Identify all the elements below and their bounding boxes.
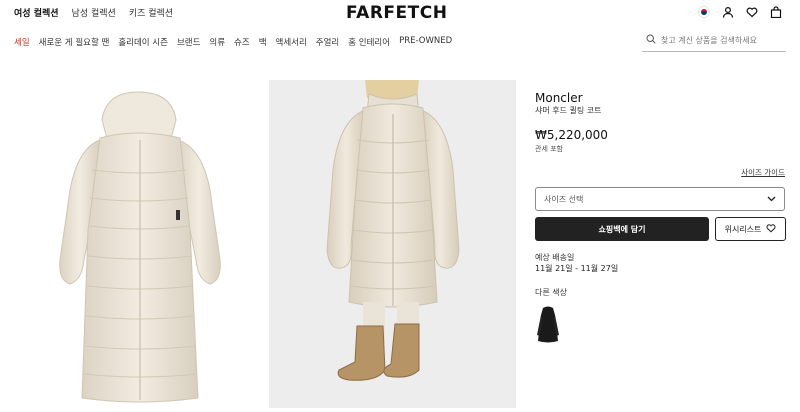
product-image-main[interactable] [30, 80, 262, 408]
add-to-bag-button[interactable]: 쇼핑백에 담기 [535, 217, 709, 241]
header-icons [698, 6, 782, 19]
size-select-label: 사이즈 선택 [544, 194, 584, 204]
nav-item-brands[interactable]: 브랜드 [177, 36, 200, 48]
chevron-down-icon [767, 195, 776, 204]
product-image-model[interactable] [269, 80, 516, 408]
wishlist-label: 위시리스트 [724, 224, 762, 234]
nav-item-home[interactable]: 홈 인테리어 [348, 36, 390, 48]
nav-item-jewelry[interactable]: 주얼리 [316, 36, 339, 48]
gender-tabs: 여성 컬렉션 남성 컬렉션 키즈 컬렉션 [14, 6, 173, 19]
color-swatch-black[interactable] [535, 305, 561, 345]
search-input[interactable] [661, 36, 779, 45]
other-colors-label: 다른 색상 [535, 288, 567, 297]
product-price: ₩5,220,000 [535, 128, 608, 142]
heart-icon[interactable] [746, 6, 758, 18]
nav-item-new[interactable]: 새로운 게 필요할 땐 [39, 36, 110, 48]
product-brand[interactable]: Moncler [535, 91, 583, 105]
nav-item-bags[interactable]: 백 [259, 36, 267, 48]
size-select[interactable]: 사이즈 선택 [535, 187, 785, 211]
nav-item-preowned[interactable]: PRE-OWNED [399, 36, 452, 48]
nav-item-accessories[interactable]: 액세서리 [276, 36, 307, 48]
heart-icon [766, 223, 776, 235]
shipping-label: 예상 배송일 [535, 253, 575, 262]
nav-item-holiday[interactable]: 홀리데이 시즌 [118, 36, 168, 48]
product-name: 샤머 후드 퀼팅 코트 [535, 106, 602, 115]
tab-kids[interactable]: 키즈 컬렉션 [129, 6, 173, 19]
tab-mens[interactable]: 남성 컬렉션 [72, 6, 116, 19]
add-to-bag-label: 쇼핑백에 담기 [598, 224, 646, 234]
search-bar[interactable] [642, 30, 786, 52]
nav-item-sale[interactable]: 세일 [14, 36, 30, 48]
bag-icon[interactable] [770, 6, 782, 19]
farfetch-logo[interactable]: FARFETCH [346, 3, 447, 23]
nav-item-shoes[interactable]: 슈즈 [234, 36, 250, 48]
tax-note: 관세 포함 [535, 145, 563, 153]
shipping-dates: 11월 21일 - 11월 27일 [535, 264, 619, 273]
wishlist-button[interactable]: 위시리스트 [715, 217, 786, 241]
top-bar: 여성 컬렉션 남성 컬렉션 키즈 컬렉션 FARFETCH [0, 0, 800, 26]
user-icon[interactable] [722, 6, 734, 18]
nav-item-clothing[interactable]: 의류 [209, 36, 225, 48]
category-nav: 세일 새로운 게 필요할 땐 홀리데이 시즌 브랜드 의류 슈즈 백 액세서리 … [14, 36, 452, 48]
search-icon[interactable] [646, 34, 656, 47]
tab-womens[interactable]: 여성 컬렉션 [14, 6, 59, 19]
size-guide-link[interactable]: 사이즈 가이드 [741, 167, 785, 178]
korea-flag-icon[interactable] [698, 6, 710, 18]
